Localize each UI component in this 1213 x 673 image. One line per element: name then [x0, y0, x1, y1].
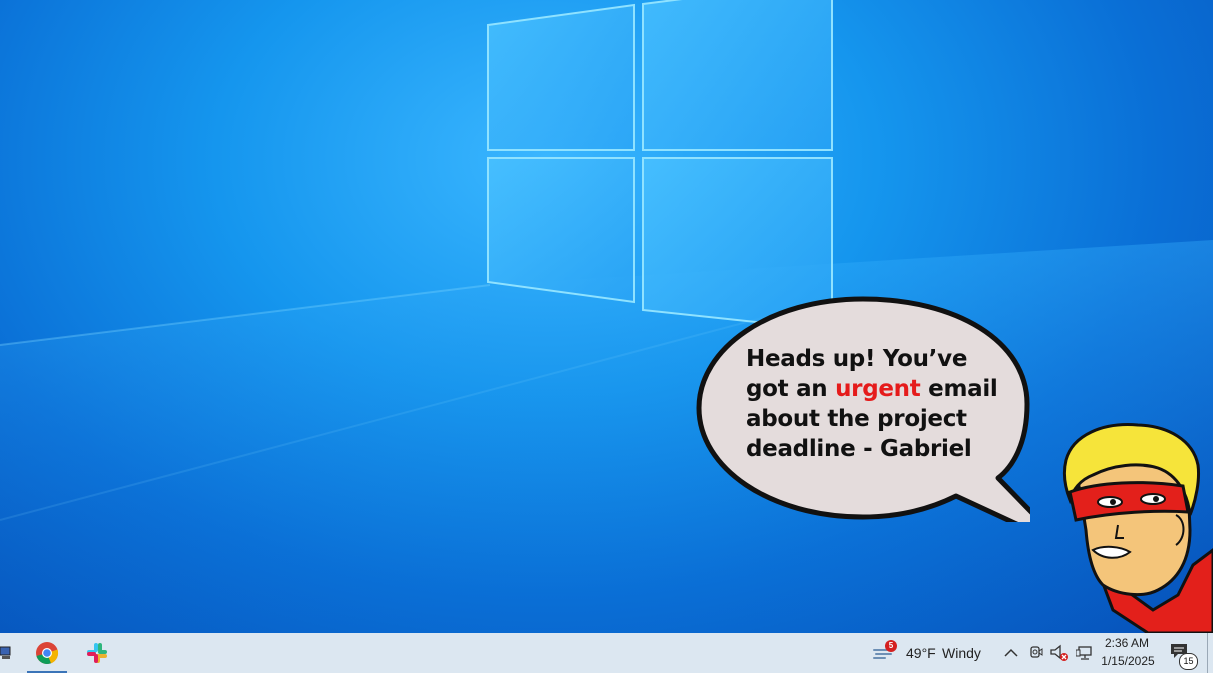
desktop[interactable]: Heads up! You’ve got an urgent email abo…	[0, 0, 1213, 633]
chevron-up-icon[interactable]	[1000, 633, 1022, 673]
show-desktop-divider[interactable]	[1207, 633, 1208, 673]
taskbar-slack-button[interactable]	[77, 633, 117, 673]
windows-logo-wallpaper	[0, 0, 1213, 633]
network-icon[interactable]	[1074, 633, 1096, 673]
weather-condition: Windy	[942, 645, 981, 661]
comic-hero-assistant[interactable]	[1058, 420, 1213, 633]
speech-bubble-text: Heads up! You’ve got an urgent email abo…	[746, 344, 1026, 464]
clock-date[interactable]: 1/15/2025	[1100, 654, 1156, 668]
bubble-line-2: got an urgent email	[746, 376, 998, 402]
meet-now-icon[interactable]	[1026, 633, 1046, 673]
taskbar-chrome-button[interactable]	[27, 633, 67, 673]
taskbar: 5 49°F Windy 2:36 AM 1/15/2025 15	[0, 633, 1213, 673]
bubble-line-4: deadline - Gabriel	[746, 436, 972, 462]
urgent-word: urgent	[835, 376, 921, 402]
bubble-line-3: about the project	[746, 406, 967, 432]
notification-count-badge: 15	[1179, 653, 1198, 670]
weather-temperature: 49°F	[906, 645, 936, 661]
bubble-line-1: Heads up! You’ve	[746, 346, 968, 372]
clock-time[interactable]: 2:36 AM	[1104, 636, 1150, 650]
network-icon[interactable]	[0, 633, 14, 673]
speaker-muted-icon[interactable]	[1048, 633, 1070, 673]
weather-badge: 5	[885, 640, 897, 652]
chrome-icon	[36, 642, 59, 665]
slack-icon	[87, 643, 107, 663]
